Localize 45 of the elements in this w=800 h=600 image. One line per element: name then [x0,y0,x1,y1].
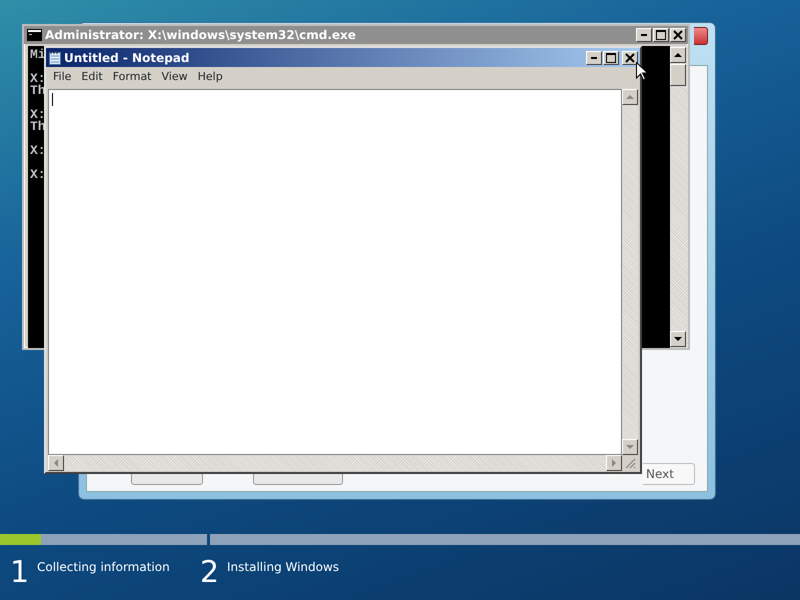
menu-item[interactable]: Format [108,68,156,86]
text-cursor [52,93,53,106]
minimize-icon [641,34,647,36]
maximize-icon [656,30,666,40]
console-text: X: [30,145,46,157]
maximize-button[interactable] [603,50,619,64]
minimize-icon [591,56,597,58]
scroll-down-button[interactable] [670,331,686,347]
window-title: Untitled - Notepad [64,50,190,66]
up-arrow-icon [626,95,634,99]
scroll-up-button[interactable] [670,47,686,63]
console-text: Mi [30,49,46,61]
step-label: Collecting information [37,559,170,576]
menu-item[interactable]: Edit [76,68,108,86]
console-text: X: [30,109,46,121]
next-button[interactable]: Next [643,463,695,485]
mouse-pointer-icon [636,62,648,81]
maximize-icon [606,52,616,62]
step-number: 2 [200,558,220,588]
notepad-icon [49,50,61,64]
menu-item[interactable]: View [156,68,193,86]
scroll-right-button[interactable] [606,455,622,471]
menu-item[interactable]: File [48,68,76,86]
left-arrow-icon [54,459,58,467]
window-title: Administrator: X:\windows\system32\cmd.exe [45,27,356,44]
console-text: X: [30,73,46,85]
scroll-up-button[interactable] [622,89,638,105]
up-arrow-icon [674,53,682,57]
menu-item[interactable]: Help [192,68,228,86]
scroll-down-button[interactable] [622,439,638,455]
resize-grip-icon[interactable] [624,457,636,469]
right-arrow-icon [612,459,616,467]
step-label: Installing Windows [227,559,340,576]
step-number: 1 [10,558,30,588]
scroll-thumb[interactable] [670,64,686,86]
down-arrow-icon [674,337,682,341]
close-icon [673,30,683,40]
console-text: X: [30,169,46,181]
minimize-button[interactable] [586,50,602,64]
minimize-button[interactable] [636,28,652,42]
scroll-left-button[interactable] [48,455,64,471]
close-icon [625,52,635,62]
console-icon [27,29,42,41]
down-arrow-icon [626,445,634,449]
maximize-button[interactable] [653,28,669,42]
